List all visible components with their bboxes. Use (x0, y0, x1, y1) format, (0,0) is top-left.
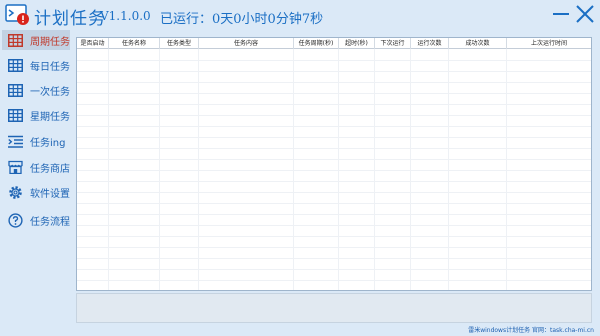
footer-website[interactable]: 雷米windows计划任务 官网：task.cha-mi.cn (468, 325, 594, 334)
close-button[interactable] (574, 3, 596, 25)
store-icon (7, 159, 23, 175)
column-header-task-content[interactable]: 任务内容 (199, 38, 294, 49)
column-header-success-count[interactable]: 成功次数 (449, 38, 507, 49)
sidebar-item-running-tasks[interactable]: 任务ing (2, 131, 70, 151)
sidebar-item-label: 任务ing (30, 137, 66, 149)
sidebar-item-label: 周期任务 (30, 36, 70, 48)
sidebar-item-label: 星期任务 (30, 111, 70, 123)
column-header-task-name[interactable]: 任务名称 (109, 38, 160, 49)
sidebar-item-task-store[interactable]: 任务商店 (2, 157, 70, 177)
title-bar: 计划任务 V1.1.0.0 已运行：0天0小时0分钟7秒 (0, 0, 600, 30)
table-grid-icon (7, 107, 23, 123)
terminal-alert-icon (5, 4, 29, 25)
table-grid-icon (7, 82, 23, 98)
column-header-last-run-time[interactable]: 上次运行时间 (507, 38, 591, 49)
table-body[interactable] (77, 49, 592, 290)
sidebar-item-daily-tasks[interactable]: 每日任务 (2, 55, 70, 75)
sidebar-item-settings[interactable]: 软件设置 (2, 182, 70, 202)
question-circle-icon (7, 212, 23, 228)
column-header-next-run[interactable]: 下次运行 (375, 38, 411, 49)
sidebar-item-label: 软件设置 (30, 188, 70, 200)
task-table[interactable]: 是否启动 任务名称 任务类型 任务内容 任务周期(秒) 超时(秒) 下次运行 运… (76, 37, 592, 291)
sidebar-item-weekly-tasks[interactable]: 星期任务 (2, 105, 70, 125)
sidebar-item-label: 任务商店 (30, 163, 70, 175)
sidebar-item-label: 一次任务 (30, 86, 70, 98)
table-grid-icon (7, 32, 23, 48)
gear-icon (7, 184, 23, 200)
column-header-task-type[interactable]: 任务类型 (160, 38, 199, 49)
sidebar-item-label: 每日任务 (30, 61, 70, 73)
app-version: V1.1.0.0 (100, 9, 151, 23)
list-indent-icon (7, 133, 23, 149)
minimize-button[interactable] (550, 3, 572, 25)
sidebar-item-label: 任务流程 (30, 216, 70, 228)
table-gridlines (77, 49, 591, 290)
column-header-run-count[interactable]: 运行次数 (411, 38, 449, 49)
sidebar: 周期任务 每日任务 一次任务 星期任务 任务ing 任务商店 软件设置 任务流程 (0, 30, 72, 336)
sidebar-item-task-flow[interactable]: 任务流程 (2, 210, 70, 230)
app-title: 计划任务 (34, 9, 106, 29)
runtime-status: 已运行：0天0小时0分钟7秒 (160, 12, 324, 27)
column-header-timeout[interactable]: 超时(秒) (339, 38, 375, 49)
column-header-enabled[interactable]: 是否启动 (77, 38, 109, 49)
table-grid-icon (7, 57, 23, 73)
column-header-task-period[interactable]: 任务周期(秒) (294, 38, 339, 49)
detail-panel (76, 293, 592, 323)
sidebar-item-periodic-tasks[interactable]: 周期任务 (2, 30, 70, 50)
sidebar-item-one-time-tasks[interactable]: 一次任务 (2, 80, 70, 100)
table-header: 是否启动 任务名称 任务类型 任务内容 任务周期(秒) 超时(秒) 下次运行 运… (77, 38, 591, 49)
